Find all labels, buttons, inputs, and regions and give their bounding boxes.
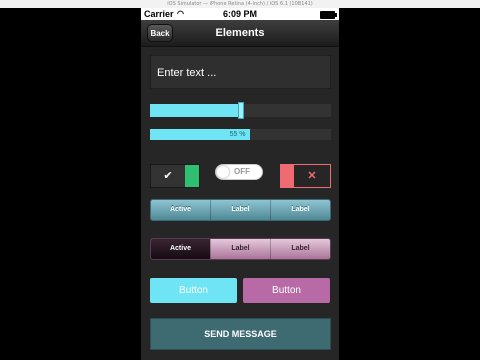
simulator-title-bar: iOS Simulator — iPhone Retina (4-inch) /… [0,0,480,8]
segment-active[interactable]: Active [151,200,210,220]
cancel-toggle[interactable]: ✕ [280,164,331,188]
checkbox-indicator [185,165,199,187]
progress-bar: 55 % [150,129,331,140]
segment-label-1[interactable]: Label [210,239,270,259]
segmented-control-blue: Active Label Label [150,199,331,221]
on-off-switch[interactable]: OFF [215,164,263,180]
checkmark-icon: ✔ [163,170,173,182]
segment-label-1[interactable]: Label [210,200,270,220]
text-input[interactable]: Enter text ... [150,55,331,89]
segment-label-2[interactable]: Label [270,200,330,220]
cancel-indicator [281,165,294,187]
slider-thumb[interactable] [237,102,244,119]
clock: 6:09 PM [222,9,257,19]
send-message-button[interactable]: SEND MESSAGE [150,318,331,350]
switch-state-label: OFF [234,167,250,176]
segment-label-2[interactable]: Label [270,239,330,259]
progress-fill: 55 % [150,129,250,140]
navigation-bar: Back Elements [141,20,339,47]
simulator-caption: iOS Simulator — iPhone Retina (4-inch) /… [167,1,313,7]
phone-screen: Carrier ◠ 6:09 PM Back Elements Enter te… [141,8,339,360]
switch-knob[interactable] [217,166,229,178]
page-title: Elements [215,27,265,39]
close-icon: ✕ [307,170,317,182]
status-bar: Carrier ◠ 6:09 PM [141,8,339,20]
cyan-button[interactable]: Button [150,278,237,303]
pink-button[interactable]: Button [243,278,330,303]
battery-icon [320,11,337,19]
checkbox-toggle[interactable]: ✔ [150,164,200,188]
slider-fill [150,104,241,117]
slider[interactable] [150,102,331,119]
segmented-control-pink: Active Label Label [150,238,331,260]
segment-active[interactable]: Active [151,239,210,259]
